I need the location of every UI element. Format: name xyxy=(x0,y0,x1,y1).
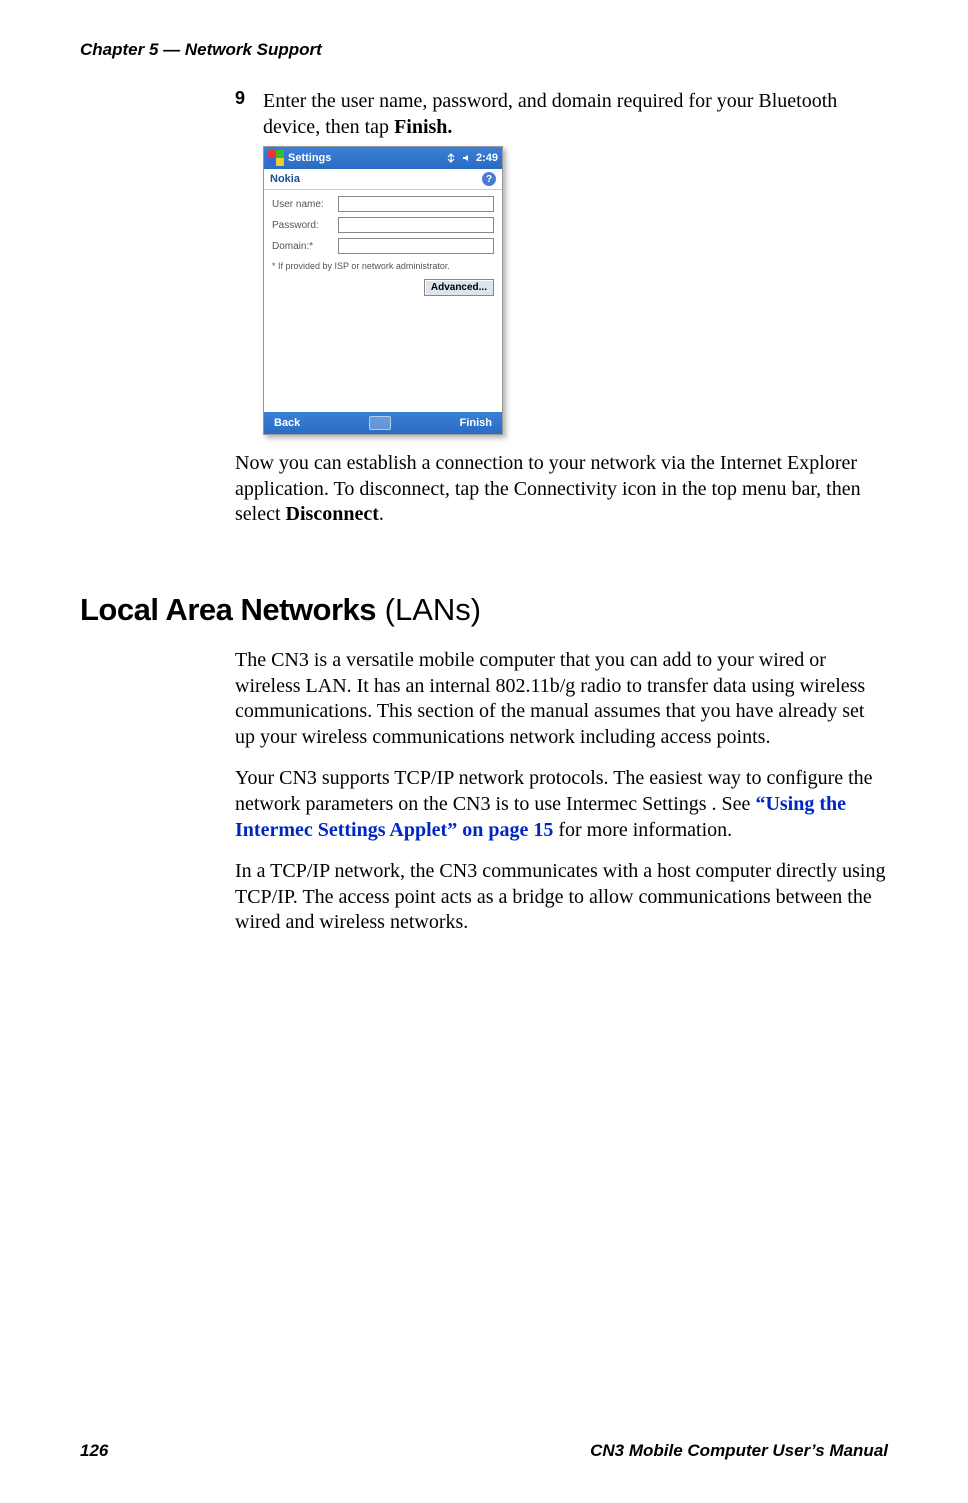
heading-bold: Local Area Networks xyxy=(80,592,376,627)
step-9: 9 Enter the user name, password, and dom… xyxy=(235,88,888,140)
bottom-bar: Back Finish xyxy=(264,412,502,434)
field-username: User name: xyxy=(272,196,494,212)
help-icon[interactable]: ? xyxy=(482,172,496,186)
subheader: Nokia ? xyxy=(264,169,502,190)
advanced-button[interactable]: Advanced... xyxy=(424,279,494,296)
body-p2: Your CN3 supports TCP/IP network protoco… xyxy=(235,766,888,843)
titlebar-title: Settings xyxy=(288,152,440,164)
field-password: Password: xyxy=(272,217,494,233)
body-p1: The CN3 is a versatile mobile computer t… xyxy=(235,648,888,750)
step-prefix: Enter the user name, password, and domai… xyxy=(263,90,837,138)
step-bold: Finish. xyxy=(394,116,452,138)
step-number: 9 xyxy=(235,88,251,140)
input-domain[interactable] xyxy=(338,238,494,254)
chapter-label: Chapter 5 — Network Support xyxy=(80,40,322,59)
content-block-1: 9 Enter the user name, password, and dom… xyxy=(235,88,888,544)
after-text-part2: . xyxy=(379,503,384,525)
titlebar: Settings 2:49 xyxy=(264,147,502,169)
step-text: Enter the user name, password, and domai… xyxy=(263,88,888,140)
titlebar-time: 2:49 xyxy=(476,152,498,164)
p2-post: for more information. xyxy=(553,819,732,841)
form-area: User name: Password: Domain:* xyxy=(264,190,502,261)
embedded-screenshot: Settings 2:49 Nokia ? User name: Passwor… xyxy=(263,146,503,435)
keyboard-icon[interactable] xyxy=(369,416,391,430)
label-domain: Domain:* xyxy=(272,241,338,252)
label-password: Password: xyxy=(272,220,338,231)
manual-title: CN3 Mobile Computer User’s Manual xyxy=(590,1441,888,1461)
page-header: Chapter 5 — Network Support xyxy=(80,40,888,60)
page-number: 126 xyxy=(80,1441,108,1461)
input-password[interactable] xyxy=(338,217,494,233)
advanced-row: Advanced... xyxy=(264,277,502,302)
volume-icon[interactable] xyxy=(460,151,474,165)
start-flag-icon[interactable] xyxy=(268,150,284,166)
page-footer: 126 CN3 Mobile Computer User’s Manual xyxy=(80,1441,888,1461)
after-screenshot-para: Now you can establish a connection to yo… xyxy=(235,451,888,528)
titlebar-status: 2:49 xyxy=(444,151,498,165)
subheader-label: Nokia xyxy=(270,173,300,185)
finish-button[interactable]: Finish xyxy=(460,417,492,429)
section-heading: Local Area Networks (LANs) xyxy=(80,592,481,628)
empty-space xyxy=(264,302,502,412)
connectivity-icon[interactable] xyxy=(444,151,458,165)
content-block-2: The CN3 is a versatile mobile computer t… xyxy=(235,648,888,952)
field-domain: Domain:* xyxy=(272,238,494,254)
label-username: User name: xyxy=(272,199,338,210)
heading-thin: (LANs) xyxy=(376,592,481,627)
form-footnote: * If provided by ISP or network administ… xyxy=(264,261,502,277)
body-p3: In a TCP/IP network, the CN3 communicate… xyxy=(235,859,888,936)
input-username[interactable] xyxy=(338,196,494,212)
back-button[interactable]: Back xyxy=(274,417,300,429)
after-text-bold: Disconnect xyxy=(286,503,379,525)
